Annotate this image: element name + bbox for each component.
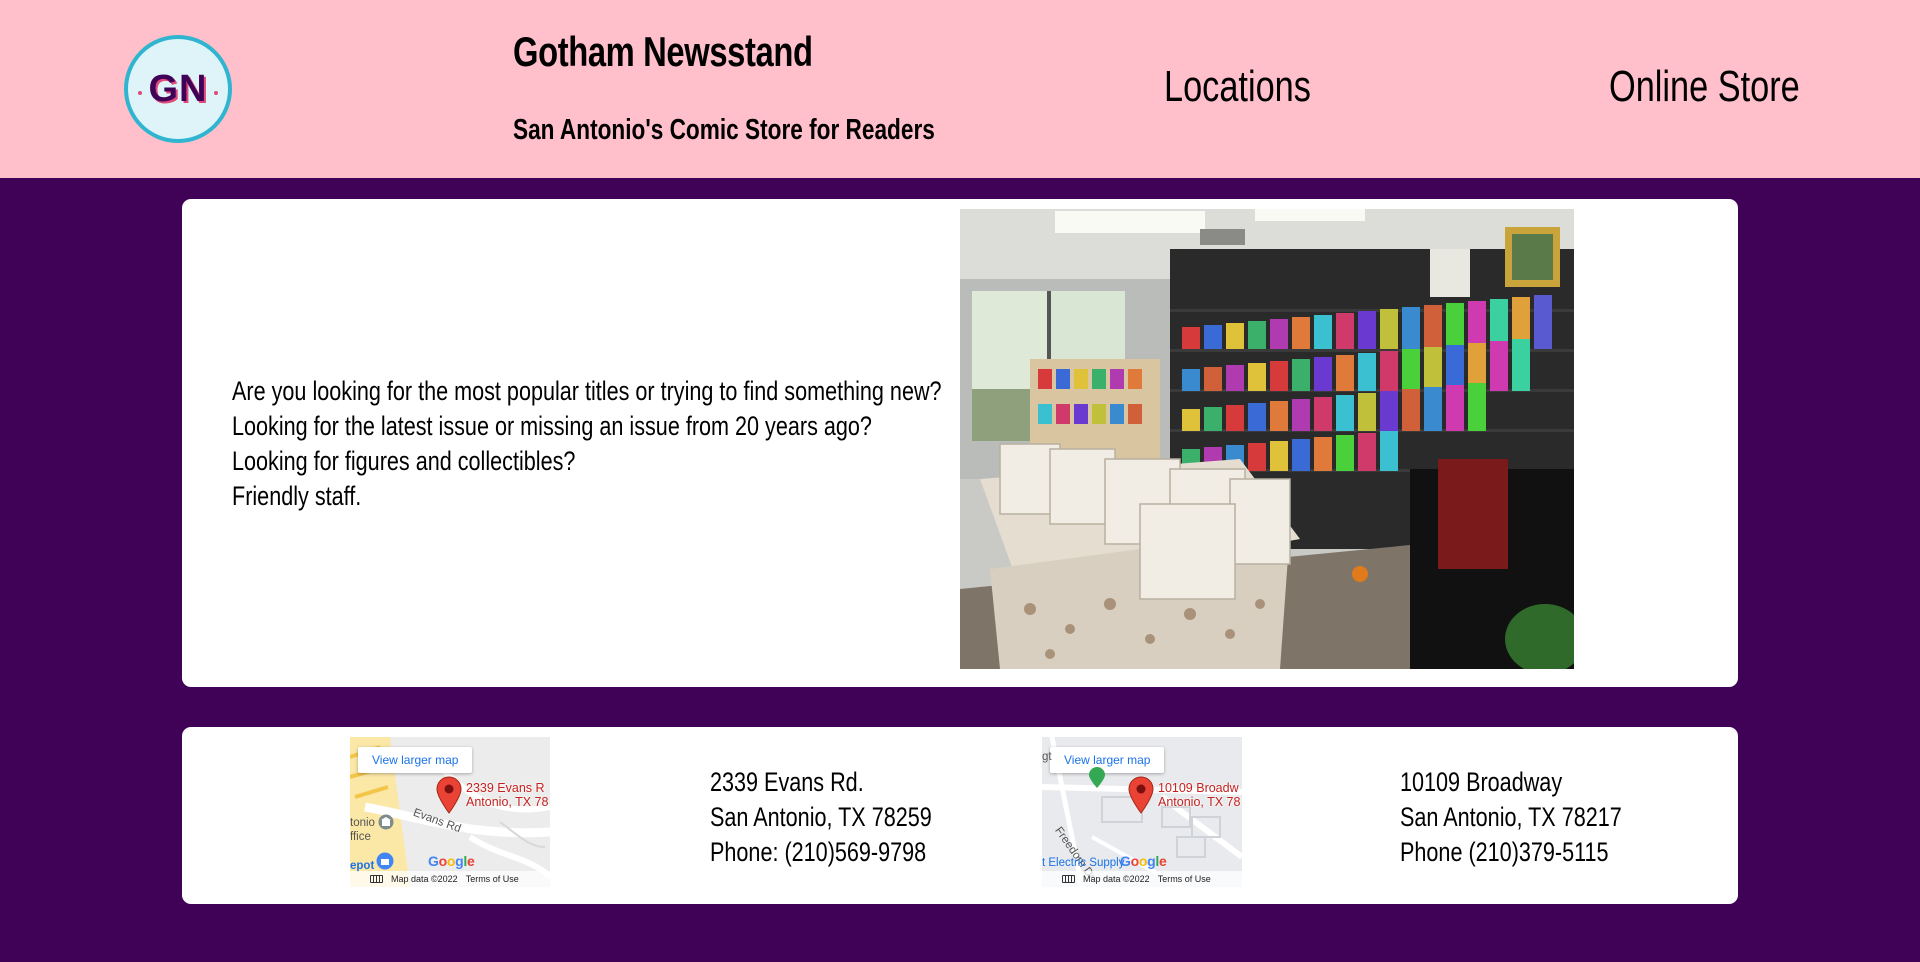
address-line: San Antonio, TX 78217 [1400, 802, 1622, 832]
map-footer: Map data ©2022 Terms of Use [1042, 871, 1242, 887]
logo-dot-left [138, 91, 142, 95]
map-green-pin-icon [1089, 767, 1105, 788]
map-terms-link[interactable]: Terms of Use [1158, 874, 1211, 884]
map-shopping-icon [376, 852, 394, 870]
map-location-label: 2339 Evans R Antonio, TX 78 [466, 781, 549, 809]
logo-text: GN [148, 67, 208, 110]
store-photo-illustration [960, 209, 1574, 669]
map-place-label: gt [1042, 751, 1052, 763]
address-evans: 2339 Evans Rd. San Antonio, TX 78259 Pho… [710, 765, 932, 870]
intro-card: Are you looking for the most popular tit… [182, 199, 1738, 687]
view-larger-map-button[interactable]: View larger map [1050, 747, 1165, 773]
map-embed-evans[interactable]: View larger map 2339 Evans R Antonio, TX… [350, 737, 550, 887]
google-logo: Google [1120, 853, 1167, 869]
google-logo: Google [428, 853, 475, 869]
intro-line: Are you looking for the most popular tit… [232, 376, 942, 406]
map-terms-link[interactable]: Terms of Use [466, 874, 519, 884]
map-pin-icon [436, 776, 462, 814]
map-location-label: 10109 Broadw Antonio, TX 78 [1158, 781, 1241, 809]
address-line: San Antonio, TX 78259 [710, 802, 932, 832]
intro-text: Are you looking for the most popular tit… [232, 374, 942, 514]
site-title: Gotham Newsstand [513, 28, 813, 75]
map-footer: Map data ©2022 Terms of Use [350, 871, 550, 887]
map-data-label: Map data ©2022 [1083, 874, 1150, 884]
store-interior-photo [960, 209, 1574, 669]
map-place-label: t Electric Supply [1042, 857, 1125, 869]
map-place-label: ffice [350, 831, 371, 843]
address-broadway: 10109 Broadway San Antonio, TX 78217 Pho… [1400, 765, 1622, 870]
map-data-label: Map data ©2022 [391, 874, 458, 884]
address-line: 2339 Evans Rd. [710, 767, 864, 797]
intro-line: Looking for figures and collectibles? [232, 446, 576, 476]
address-phone: Phone: (210)569-9798 [710, 837, 927, 867]
site-header: GN Gotham Newsstand San Antonio's Comic … [0, 0, 1920, 178]
map-poi-icon [378, 814, 394, 830]
locations-card: View larger map 2339 Evans R Antonio, TX… [182, 727, 1738, 904]
nav-locations-link[interactable]: Locations [1164, 62, 1311, 112]
address-line: 10109 Broadway [1400, 767, 1563, 797]
nav-online-store-link[interactable]: Online Store [1609, 62, 1800, 112]
intro-line: Friendly staff. [232, 481, 362, 511]
keyboard-icon[interactable] [370, 875, 383, 883]
logo-dot-right [214, 91, 218, 95]
site-subtitle: San Antonio's Comic Store for Readers [513, 114, 935, 146]
map-place-label: tonio [350, 817, 375, 829]
keyboard-icon[interactable] [1062, 875, 1075, 883]
map-embed-broadway[interactable]: View larger map 10109 Broadw Antonio, TX… [1042, 737, 1242, 887]
address-phone: Phone (210)379-5115 [1400, 837, 1609, 867]
map-pin-icon [1128, 776, 1154, 814]
intro-line: Looking for the latest issue or missing … [232, 411, 872, 441]
gn-logo[interactable]: GN [124, 35, 232, 143]
view-larger-map-button[interactable]: View larger map [358, 747, 473, 773]
